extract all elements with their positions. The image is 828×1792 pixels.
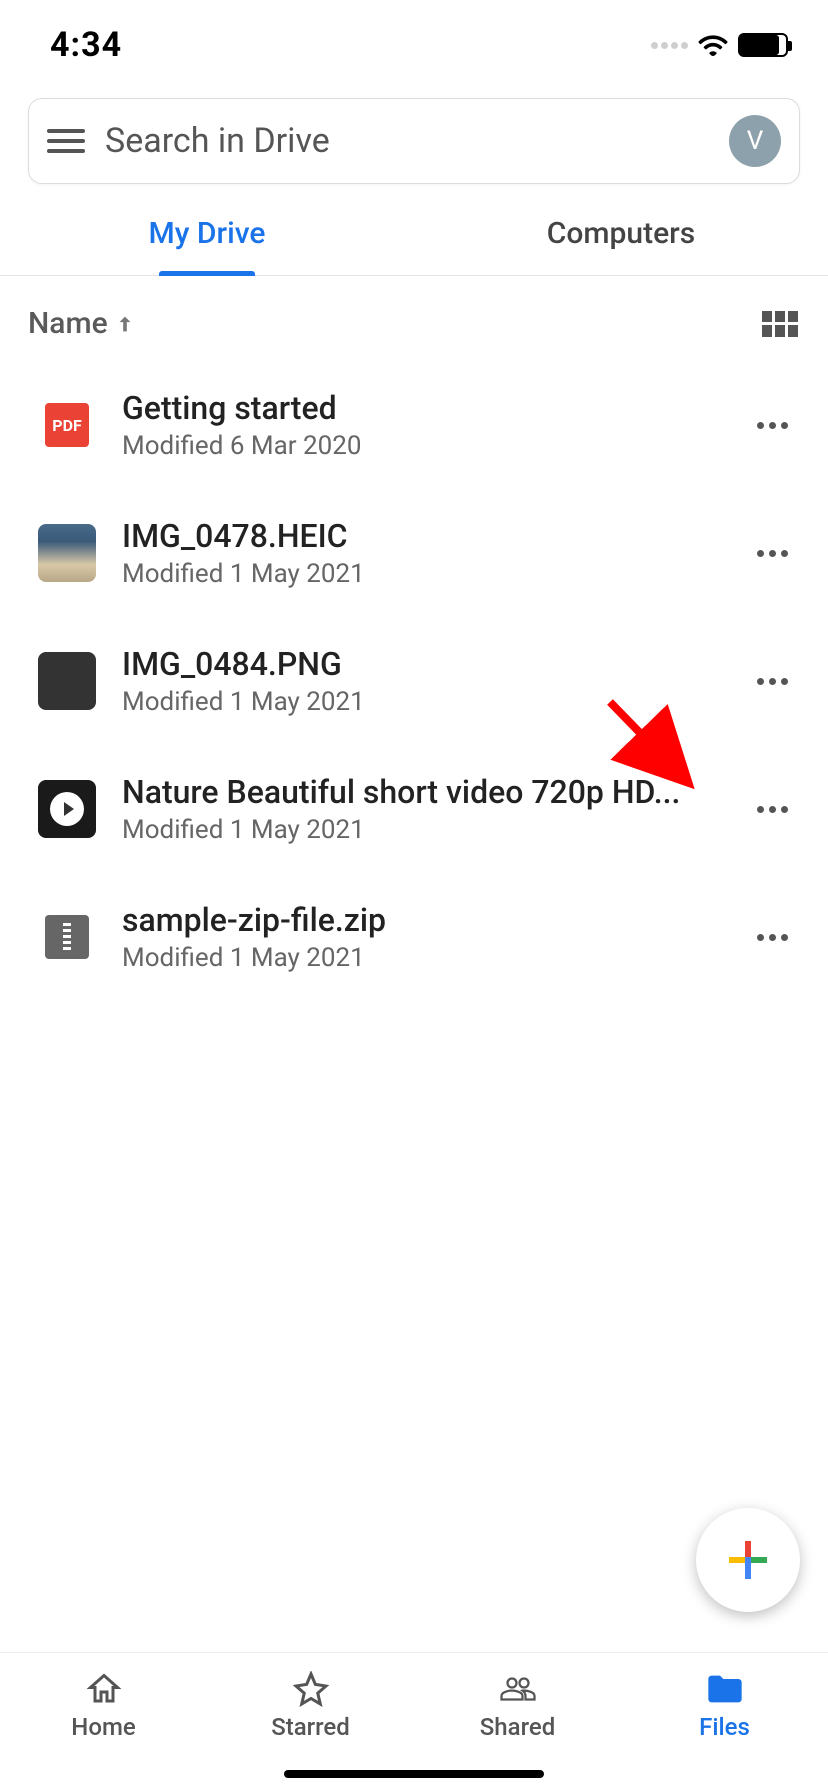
status-time: 4:34 xyxy=(50,25,122,65)
pdf-icon: PDF xyxy=(45,403,89,447)
folder-icon xyxy=(705,1671,745,1707)
grid-view-icon[interactable] xyxy=(762,311,798,337)
more-options-icon[interactable] xyxy=(747,412,798,439)
file-meta: Modified 6 Mar 2020 xyxy=(122,431,721,461)
search-row: Search in Drive V xyxy=(0,80,828,194)
file-info: IMG_0478.HEIC Modified 1 May 2021 xyxy=(122,517,721,589)
menu-icon[interactable] xyxy=(47,129,85,153)
more-options-icon[interactable] xyxy=(747,540,798,567)
file-item[interactable]: PDF Getting started Modified 6 Mar 2020 xyxy=(0,361,828,489)
home-icon xyxy=(86,1671,122,1707)
arrow-up-icon xyxy=(114,313,136,335)
cellular-signal-icon xyxy=(651,42,688,49)
file-list: PDF Getting started Modified 6 Mar 2020 … xyxy=(0,351,828,1011)
file-item[interactable]: Nature Beautiful short video 720p HD... … xyxy=(0,745,828,873)
image-thumbnail-icon xyxy=(38,524,96,582)
more-options-icon[interactable] xyxy=(747,924,798,951)
file-item[interactable]: IMG_0478.HEIC Modified 1 May 2021 xyxy=(0,489,828,617)
tabs: My Drive Computers xyxy=(0,194,828,276)
video-thumbnail-icon xyxy=(38,780,96,838)
file-info: IMG_0484.PNG Modified 1 May 2021 xyxy=(122,645,721,717)
zip-icon xyxy=(45,915,89,959)
sort-label-text: Name xyxy=(28,306,108,341)
nav-label: Home xyxy=(71,1713,135,1741)
file-meta: Modified 1 May 2021 xyxy=(122,687,721,717)
tab-label: Computers xyxy=(547,216,695,251)
tab-computers[interactable]: Computers xyxy=(414,194,828,275)
file-name: Nature Beautiful short video 720p HD... xyxy=(122,773,721,811)
status-icons xyxy=(651,33,788,57)
sort-button[interactable]: Name xyxy=(28,306,136,341)
star-icon xyxy=(293,1671,329,1707)
file-name: IMG_0478.HEIC xyxy=(122,517,721,555)
status-bar: 4:34 xyxy=(0,0,828,80)
nav-label: Starred xyxy=(271,1713,350,1741)
avatar[interactable]: V xyxy=(729,115,781,167)
more-options-icon[interactable] xyxy=(747,796,798,823)
wifi-icon xyxy=(698,34,728,56)
sort-row: Name xyxy=(0,276,828,351)
image-thumbnail-icon xyxy=(38,652,96,710)
file-name: Getting started xyxy=(122,389,721,427)
file-info: Getting started Modified 6 Mar 2020 xyxy=(122,389,721,461)
search-input[interactable]: Search in Drive xyxy=(105,121,709,161)
nav-home[interactable]: Home xyxy=(0,1653,207,1792)
file-meta: Modified 1 May 2021 xyxy=(122,559,721,589)
file-name: sample-zip-file.zip xyxy=(122,901,721,939)
file-info: Nature Beautiful short video 720p HD... … xyxy=(122,773,721,845)
tab-label: My Drive xyxy=(149,216,266,251)
tab-my-drive[interactable]: My Drive xyxy=(0,194,414,275)
avatar-initial: V xyxy=(747,126,764,156)
nav-label: Files xyxy=(699,1713,750,1741)
battery-icon xyxy=(738,33,788,57)
file-item[interactable]: IMG_0484.PNG Modified 1 May 2021 xyxy=(0,617,828,745)
home-indicator[interactable] xyxy=(284,1770,544,1778)
search-box[interactable]: Search in Drive V xyxy=(28,98,800,184)
file-name: IMG_0484.PNG xyxy=(122,645,721,683)
nav-files[interactable]: Files xyxy=(621,1653,828,1792)
more-options-icon[interactable] xyxy=(747,668,798,695)
add-button[interactable] xyxy=(696,1508,800,1612)
file-meta: Modified 1 May 2021 xyxy=(122,815,721,845)
nav-label: Shared xyxy=(480,1713,555,1741)
file-meta: Modified 1 May 2021 xyxy=(122,943,721,973)
file-item[interactable]: sample-zip-file.zip Modified 1 May 2021 xyxy=(0,873,828,1001)
people-icon xyxy=(500,1671,536,1707)
plus-icon xyxy=(725,1537,771,1583)
file-info: sample-zip-file.zip Modified 1 May 2021 xyxy=(122,901,721,973)
